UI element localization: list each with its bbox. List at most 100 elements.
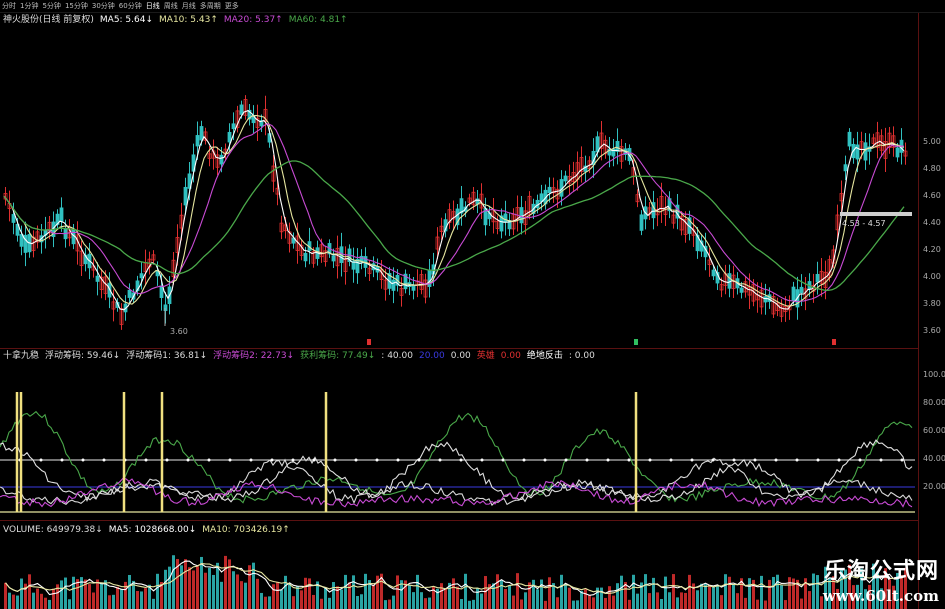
volume-bar xyxy=(372,584,375,609)
period-tab[interactable]: 周线 xyxy=(164,1,178,11)
volume-bar xyxy=(348,582,351,609)
level-dot xyxy=(501,458,505,462)
candle-body xyxy=(815,273,820,283)
volume-bar xyxy=(724,574,727,609)
price-axis-tick: 4.80 xyxy=(923,164,941,173)
level-0: 0.00 xyxy=(450,351,471,361)
panel-divider xyxy=(0,348,918,349)
volume-bar xyxy=(532,579,535,609)
period-tab[interactable]: 日线 xyxy=(146,1,160,11)
volume-bar xyxy=(96,579,99,609)
candle-body xyxy=(127,289,132,298)
candle-body xyxy=(199,126,204,141)
volume-bar xyxy=(248,565,251,609)
level-20: 20.00 xyxy=(418,351,445,361)
candle-body xyxy=(159,285,164,298)
volume-bar xyxy=(736,593,739,609)
volume-bar xyxy=(144,588,147,609)
level-dot xyxy=(585,458,589,462)
period-tab[interactable]: 5分钟 xyxy=(42,1,60,11)
volume-bar xyxy=(588,595,591,609)
volume-bar xyxy=(748,578,751,609)
watermark-url: www.60lt.com xyxy=(822,587,939,605)
volume-bar xyxy=(760,575,763,609)
period-tab[interactable]: 月线 xyxy=(182,1,196,11)
candle-body xyxy=(331,255,336,262)
price-chart[interactable] xyxy=(0,26,918,348)
volume-bar xyxy=(512,595,515,609)
level-dot xyxy=(60,458,64,462)
volume-bar xyxy=(620,575,623,609)
period-tab[interactable]: 分时 xyxy=(2,1,16,11)
volume-bar xyxy=(40,593,43,609)
level-dot xyxy=(900,458,904,462)
float-chips: 浮动筹码: 59.46↓ xyxy=(45,351,121,361)
volume-bar xyxy=(624,582,627,609)
level-dot xyxy=(522,458,526,462)
period-tab[interactable]: 60分钟 xyxy=(119,1,142,11)
volume-bar xyxy=(708,584,711,609)
volume-bar xyxy=(504,589,507,609)
float-chips-line xyxy=(0,439,913,503)
float-chips-1: 浮动筹码1: 36.81↓ xyxy=(126,351,208,361)
volume-bar xyxy=(332,582,335,609)
volume-bar xyxy=(220,581,223,609)
volume-bar xyxy=(700,583,703,609)
volume-bar xyxy=(224,555,227,609)
volume-bar xyxy=(408,585,411,609)
volume-bar xyxy=(728,576,731,609)
volume-bar xyxy=(480,593,483,609)
indicator-chart[interactable] xyxy=(0,362,918,520)
indicator-axis-tick: 80.00 xyxy=(923,398,945,407)
volume-bar xyxy=(308,578,311,609)
counterattack-label: 绝地反击 xyxy=(526,351,563,361)
volume-bar xyxy=(168,566,171,609)
ma10-value: MA10: 5.43↑ xyxy=(159,15,218,25)
volume-bar xyxy=(472,599,475,609)
candle-body xyxy=(847,131,852,147)
period-tab[interactable]: 多周期 xyxy=(200,1,221,11)
volume-bar xyxy=(392,595,395,609)
level-dot xyxy=(774,458,778,462)
volume-chart[interactable] xyxy=(0,540,918,609)
volume-bar xyxy=(668,592,671,609)
volume-bar xyxy=(52,588,55,609)
volume-bar xyxy=(560,574,563,609)
candle-body xyxy=(59,207,64,222)
period-tab[interactable]: 更多 xyxy=(225,1,239,11)
period-tab[interactable]: 30分钟 xyxy=(92,1,115,11)
volume-bar xyxy=(192,570,195,609)
volume-bar xyxy=(204,572,207,609)
volume-bar xyxy=(360,594,363,609)
price-axis-tick: 5.00 xyxy=(923,137,941,146)
level-dot xyxy=(711,458,715,462)
volume-bar xyxy=(260,592,263,609)
volume-bar xyxy=(256,578,259,609)
period-tab[interactable]: 1分钟 xyxy=(20,1,38,11)
level-dot xyxy=(375,458,379,462)
level-dot xyxy=(81,458,85,462)
indicator-axis-tick: 20.00 xyxy=(923,482,945,491)
level-dot xyxy=(753,458,757,462)
volume-bar xyxy=(516,573,519,609)
level-dot xyxy=(480,458,484,462)
volume-bar xyxy=(812,573,815,609)
candle-body xyxy=(139,273,144,279)
volume-bar xyxy=(324,587,327,609)
volume-bar xyxy=(388,599,391,609)
volume-bar xyxy=(164,569,167,609)
volume-bar xyxy=(584,589,587,609)
price-axis-tick: 4.00 xyxy=(923,272,941,281)
volume-bar xyxy=(652,577,655,609)
volume-bar xyxy=(564,583,567,609)
period-tab[interactable]: 15分钟 xyxy=(65,1,88,11)
volume-bar xyxy=(120,589,123,609)
panel-divider xyxy=(0,520,918,521)
volume-bar xyxy=(536,589,539,609)
volume-bar xyxy=(180,565,183,609)
hero-label: 英雄 xyxy=(476,351,495,361)
level-dot xyxy=(564,458,568,462)
indicator-axis-tick: 100.0 xyxy=(923,370,945,379)
volume-bar xyxy=(608,586,611,609)
volume-bar xyxy=(492,583,495,609)
